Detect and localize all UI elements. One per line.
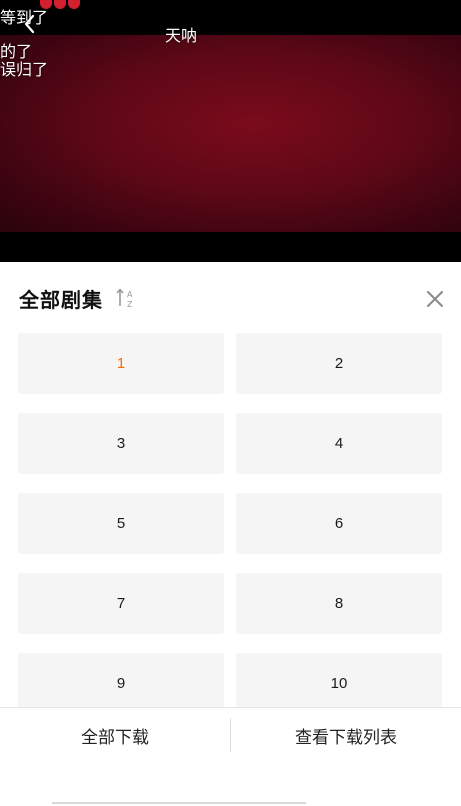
episode-button[interactable]: 1 <box>18 333 224 394</box>
danmaku-comment: 的了 <box>0 42 33 61</box>
download-all-button[interactable]: 全部下载 <box>0 708 230 762</box>
episode-button[interactable]: 3 <box>18 413 224 474</box>
sort-icon[interactable]: A Z <box>115 286 137 310</box>
episode-button[interactable]: 9 <box>18 653 224 707</box>
episode-button[interactable]: 4 <box>236 413 442 474</box>
red-dot <box>68 0 80 9</box>
red-dot <box>54 0 66 9</box>
video-player[interactable]: 等到了 天呐 的了 误归了 <box>0 0 461 262</box>
episode-grid: 1 2 3 4 5 6 7 8 9 10 <box>18 333 442 707</box>
panel-header: 全部剧集 A Z <box>19 284 137 312</box>
home-indicator <box>52 802 306 804</box>
svg-text:Z: Z <box>127 300 133 309</box>
episode-button[interactable]: 7 <box>18 573 224 634</box>
view-download-list-button[interactable]: 查看下载列表 <box>231 708 461 762</box>
episode-panel: 全部剧集 A Z 1 2 3 4 5 6 7 8 9 10 全部下载 查看下载列… <box>0 262 461 806</box>
danmaku-comment: 误归了 <box>0 60 49 79</box>
svg-text:A: A <box>127 290 133 299</box>
danmaku-comment: 天呐 <box>165 26 198 45</box>
bottom-actions: 全部下载 查看下载列表 <box>0 707 461 762</box>
episode-button[interactable]: 2 <box>236 333 442 394</box>
top-decoration <box>40 0 90 9</box>
episode-button[interactable]: 5 <box>18 493 224 554</box>
episode-button[interactable]: 8 <box>236 573 442 634</box>
close-icon[interactable] <box>423 287 447 311</box>
episode-button[interactable]: 6 <box>236 493 442 554</box>
back-arrow-icon[interactable] <box>18 12 42 36</box>
video-frame[interactable] <box>0 35 461 232</box>
episode-button[interactable]: 10 <box>236 653 442 707</box>
panel-title: 全部剧集 <box>19 287 103 312</box>
